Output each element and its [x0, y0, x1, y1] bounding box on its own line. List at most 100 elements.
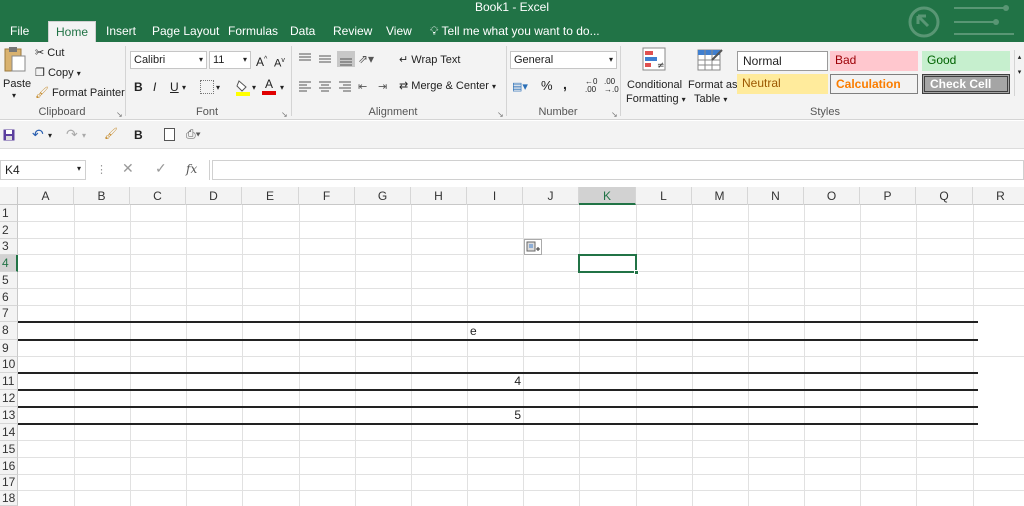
borders-icon[interactable]: [200, 80, 214, 94]
percent-style-button[interactable]: %: [541, 79, 553, 93]
tab-file[interactable]: File: [4, 21, 35, 42]
style-check-cell[interactable]: Check Cell: [922, 74, 1010, 94]
tab-view[interactable]: View: [380, 21, 418, 42]
selected-cell-K4[interactable]: [578, 254, 639, 275]
tab-insert[interactable]: Insert: [100, 21, 142, 42]
accounting-format-icon[interactable]: ▤▾: [512, 80, 528, 94]
undo-icon[interactable]: ↶: [32, 127, 44, 141]
number-format-select[interactable]: General ▾: [510, 51, 617, 69]
row-header[interactable]: 15: [0, 441, 18, 458]
horizontal-align-buttons[interactable]: [297, 80, 357, 94]
row-header[interactable]: 3: [0, 239, 18, 255]
style-calculation[interactable]: Calculation: [830, 74, 918, 94]
column-header[interactable]: I: [467, 187, 523, 205]
decrease-decimal-icon[interactable]: .00 →.0: [604, 78, 619, 94]
dialog-launcher-icon[interactable]: ↘: [497, 108, 504, 122]
font-size-select[interactable]: 11 ▾: [209, 51, 251, 69]
dialog-launcher-icon[interactable]: ↘: [281, 108, 288, 122]
row-header[interactable]: 6: [0, 289, 18, 306]
style-normal[interactable]: Normal: [737, 51, 828, 71]
tell-me-search[interactable]: 💡︎ Tell me what you want to do...: [430, 21, 600, 42]
formula-input[interactable]: [212, 160, 1024, 180]
comma-style-button[interactable]: ,: [563, 77, 567, 91]
cell-I11[interactable]: 4: [467, 374, 521, 388]
new-document-icon[interactable]: [164, 128, 175, 141]
chevron-down-icon[interactable]: ▾: [182, 81, 186, 95]
row-header[interactable]: 8: [0, 322, 18, 340]
merge-center-button[interactable]: ⇄ Merge & Center ▾: [399, 79, 496, 94]
format-as-table-button[interactable]: Format as Table ▾: [686, 44, 738, 106]
font-color-button[interactable]: A: [262, 77, 276, 97]
row-header[interactable]: 5: [0, 272, 18, 289]
cell-I8[interactable]: e: [470, 324, 477, 338]
orientation-icon[interactable]: ⇗▾: [358, 52, 374, 66]
increase-decimal-icon[interactable]: ←0.00: [585, 78, 597, 94]
tab-home[interactable]: Home: [48, 21, 96, 42]
column-header[interactable]: H: [411, 187, 467, 205]
row-header-selected[interactable]: 4: [0, 255, 18, 272]
row-header[interactable]: 16: [0, 458, 18, 475]
tab-review[interactable]: Review: [327, 21, 378, 42]
column-header[interactable]: N: [748, 187, 804, 205]
style-bad[interactable]: Bad: [830, 51, 918, 71]
chevron-down-icon[interactable]: ▾: [82, 129, 86, 143]
format-painter-button[interactable]: 🖌︎ Format Painter: [35, 86, 125, 100]
underline-button[interactable]: U: [170, 80, 179, 94]
column-header[interactable]: Q: [916, 187, 973, 205]
chevron-down-icon[interactable]: ▾: [280, 81, 284, 95]
confirm-entry-icon[interactable]: ✓: [155, 161, 167, 175]
bold-button[interactable]: B: [134, 80, 143, 94]
paintbrush-icon[interactable]: 🖌︎: [104, 127, 118, 141]
row-header[interactable]: 10: [0, 357, 18, 373]
increase-font-size-button[interactable]: A^: [256, 53, 267, 69]
print-preview-icon[interactable]: ⎙▾: [186, 127, 201, 141]
cell-I13[interactable]: 5: [467, 408, 521, 422]
column-header[interactable]: M: [692, 187, 748, 205]
column-header[interactable]: C: [130, 187, 186, 205]
row-header[interactable]: 7: [0, 306, 18, 322]
column-header[interactable]: P: [860, 187, 916, 205]
conditional-formatting-button[interactable]: ≠ Conditional Formatting ▾: [625, 44, 686, 106]
redo-icon[interactable]: ↷: [66, 127, 78, 141]
column-header[interactable]: D: [186, 187, 242, 205]
row-header[interactable]: 14: [0, 424, 18, 441]
column-header[interactable]: F: [299, 187, 355, 205]
column-header-selected[interactable]: K: [579, 187, 636, 205]
decrease-indent-icon[interactable]: ⇤: [358, 80, 367, 94]
wrap-text-button[interactable]: ↵ Wrap Text: [399, 53, 460, 67]
style-neutral[interactable]: Neutral: [737, 74, 828, 94]
italic-button[interactable]: I: [153, 80, 156, 94]
column-header[interactable]: G: [355, 187, 411, 205]
column-header[interactable]: B: [74, 187, 130, 205]
row-header[interactable]: 13: [0, 407, 18, 424]
align-top-middle-bottom-icons[interactable]: [297, 51, 357, 67]
cut-button[interactable]: ✂ Cut: [35, 46, 64, 60]
column-header[interactable]: R: [973, 187, 1024, 205]
qat-bold-button[interactable]: B: [134, 128, 143, 142]
row-header[interactable]: 1: [0, 205, 18, 222]
row-header[interactable]: 12: [0, 390, 18, 407]
copy-button[interactable]: ❐ Copy ▾: [35, 66, 81, 81]
chevron-down-icon[interactable]: ▾: [216, 81, 220, 95]
chevron-down-icon[interactable]: ▾: [252, 81, 256, 95]
name-box[interactable]: K4 ▾: [0, 160, 86, 180]
cancel-entry-icon[interactable]: ✕: [122, 161, 134, 175]
row-header[interactable]: 18: [0, 491, 18, 506]
tab-data[interactable]: Data: [284, 21, 321, 42]
chevron-down-icon[interactable]: ▾: [48, 129, 52, 143]
font-name-select[interactable]: Calibri ▾: [130, 51, 207, 69]
row-header[interactable]: 2: [0, 222, 18, 239]
insert-function-icon[interactable]: fx: [186, 162, 197, 176]
row-header[interactable]: 11: [0, 373, 18, 390]
dialog-launcher-icon[interactable]: ↘: [611, 108, 618, 122]
column-header[interactable]: O: [804, 187, 860, 205]
column-header[interactable]: J: [523, 187, 579, 205]
fill-handle[interactable]: [634, 270, 639, 275]
row-header[interactable]: 9: [0, 340, 18, 357]
dialog-launcher-icon[interactable]: ↘: [116, 108, 123, 122]
decrease-font-size-button[interactable]: Av: [274, 54, 285, 71]
styles-gallery-scroll[interactable]: ▴ ▾: [1014, 50, 1024, 96]
paste-options-button[interactable]: [524, 239, 542, 255]
increase-indent-icon[interactable]: ⇥: [378, 80, 387, 94]
tab-formulas[interactable]: Formulas: [222, 21, 284, 42]
